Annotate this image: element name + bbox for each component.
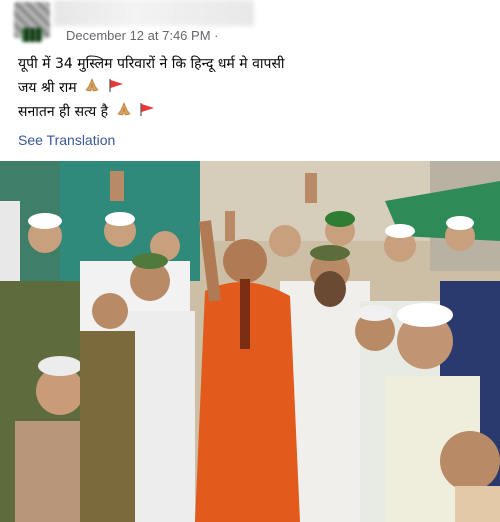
timestamp-separator: · (214, 28, 219, 43)
post-line-2-text: जय श्री राम (18, 80, 77, 96)
post-line-2: जय श्री राम (18, 76, 285, 100)
timestamp-text[interactable]: December 12 at 7:46 PM (66, 28, 211, 43)
author-name-redacted[interactable] (54, 0, 254, 26)
red-flag-icon (139, 100, 155, 124)
post-line-3: सनातन ही सत्य है (18, 100, 285, 124)
post-photo[interactable] (0, 161, 500, 522)
folded-hands-icon (84, 76, 100, 100)
post-line-1: यूपी में 34 मुस्लिम परिवारों ने कि हिन्द… (18, 56, 285, 72)
folded-hands-icon (116, 100, 132, 124)
red-flag-icon (108, 76, 124, 100)
post-text: यूपी में 34 मुस्लिम परिवारों ने कि हिन्द… (18, 52, 285, 124)
see-translation-link[interactable]: See Translation (18, 132, 115, 148)
group-photo-illustration (0, 161, 500, 522)
post-header: December 12 at 7:46 PM · (0, 0, 500, 50)
post-line-3-text: सनातन ही सत्य है (18, 104, 109, 120)
avatar[interactable] (14, 2, 50, 42)
post-timestamp[interactable]: December 12 at 7:46 PM · (66, 28, 219, 43)
